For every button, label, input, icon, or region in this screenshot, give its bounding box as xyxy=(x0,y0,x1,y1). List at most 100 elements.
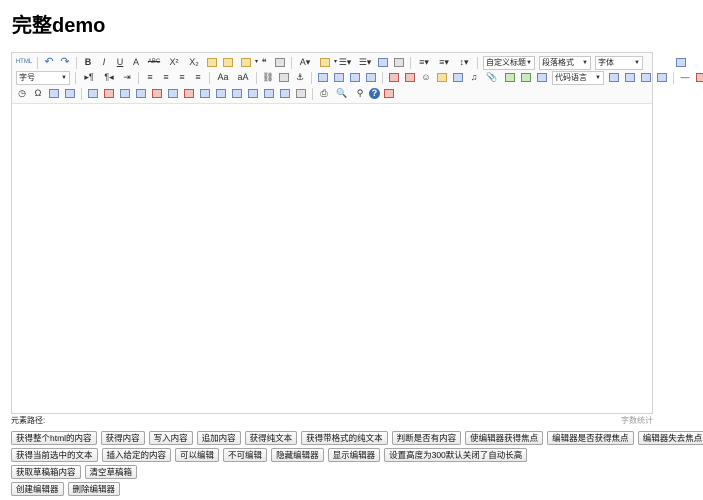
demo-button[interactable]: 获得纯文本 xyxy=(244,431,298,445)
map-icon[interactable] xyxy=(503,71,517,84)
demo-button[interactable]: 判断是否有内容 xyxy=(391,431,462,445)
fullscreen-icon[interactable] xyxy=(674,56,688,69)
font-color-icon[interactable]: A▾ xyxy=(296,56,314,69)
clear-doc-icon[interactable] xyxy=(392,56,406,69)
demo-button[interactable]: 不可编辑 xyxy=(223,448,268,462)
to-lower-case-icon[interactable]: aA xyxy=(234,71,252,84)
search-replace-icon[interactable]: ⚲ xyxy=(353,87,367,100)
demo-button[interactable]: 获得当前选中的文本 xyxy=(11,448,98,462)
remove-format-icon[interactable] xyxy=(205,56,219,69)
template-icon[interactable] xyxy=(623,71,637,84)
image-right-icon[interactable] xyxy=(348,71,362,84)
demo-button[interactable]: 使编辑器获得焦点 xyxy=(465,431,544,445)
demo-button[interactable]: 编辑器失去焦点 xyxy=(637,431,703,445)
demo-button[interactable]: 设置高度为300默认关闭了自动长高 xyxy=(384,448,528,462)
background-icon[interactable] xyxy=(639,71,653,84)
merge-right-icon[interactable] xyxy=(214,87,228,100)
gmap-icon[interactable] xyxy=(519,71,533,84)
row-spacing-top-icon[interactable]: ≡▾ xyxy=(415,56,433,69)
insert-code-select[interactable]: 代码语言 ▼ xyxy=(552,70,604,85)
background-color-icon[interactable]: ▾ xyxy=(316,56,337,69)
delete-row-icon[interactable] xyxy=(150,87,164,100)
underline-icon[interactable]: U xyxy=(113,56,127,69)
split-to-cells-icon[interactable] xyxy=(246,87,260,100)
unordered-list-icon[interactable]: ☰▾ xyxy=(356,56,374,69)
custom-title-select[interactable]: 自定义标题 ▼ xyxy=(483,55,535,70)
editor-content-area[interactable] xyxy=(12,104,652,413)
demo-button[interactable]: 删除编辑器 xyxy=(67,482,121,496)
delete-col-icon[interactable] xyxy=(182,87,196,100)
subscript-icon[interactable]: X₂ xyxy=(185,56,203,69)
scrawl-icon[interactable] xyxy=(435,71,449,84)
split-to-cols-icon[interactable] xyxy=(278,87,292,100)
direction-rtl-icon[interactable]: ¶◂ xyxy=(100,71,118,84)
delete-table-icon[interactable] xyxy=(102,87,116,100)
image-left-icon[interactable] xyxy=(332,71,346,84)
justify-full-icon[interactable]: ≡ xyxy=(191,71,205,84)
chart-icon[interactable] xyxy=(294,87,308,100)
format-match-icon[interactable] xyxy=(221,56,235,69)
font-family-select[interactable]: 字体 ▼ xyxy=(595,55,643,70)
special-chars-icon[interactable]: Ω xyxy=(31,87,45,100)
insert-col-icon[interactable] xyxy=(166,87,180,100)
font-border-icon[interactable]: A xyxy=(129,56,143,69)
demo-button[interactable]: 隐藏编辑器 xyxy=(271,448,324,462)
select-all-icon[interactable] xyxy=(376,56,390,69)
font-size-select[interactable]: 字号 ▼ xyxy=(16,70,70,85)
drafts-icon-2[interactable] xyxy=(382,87,396,100)
source-html-icon[interactable]: HTML xyxy=(15,56,33,69)
blockquote-icon[interactable]: ❝ xyxy=(257,56,271,69)
drafts-icon[interactable] xyxy=(655,71,669,84)
demo-button[interactable]: 追加内容 xyxy=(196,431,241,445)
image-center-icon[interactable] xyxy=(364,71,378,84)
insert-image-icon[interactable] xyxy=(403,71,417,84)
paste-plain-icon[interactable] xyxy=(273,56,287,69)
insert-paragraph-before-table-icon[interactable] xyxy=(118,87,132,100)
merge-down-icon[interactable] xyxy=(230,87,244,100)
insert-table-icon[interactable] xyxy=(86,87,100,100)
undo-icon[interactable]: ↶ xyxy=(42,56,56,69)
bold-icon[interactable]: B xyxy=(81,56,95,69)
image-none-icon[interactable] xyxy=(316,71,330,84)
date-icon[interactable] xyxy=(694,71,703,84)
help-icon[interactable]: ? xyxy=(369,88,380,99)
insert-video-icon[interactable] xyxy=(451,71,465,84)
justify-right-icon[interactable]: ≡ xyxy=(175,71,189,84)
simple-upload-icon[interactable] xyxy=(387,71,401,84)
insert-frame-icon[interactable] xyxy=(535,71,549,84)
to-upper-case-icon[interactable]: Aa xyxy=(214,71,232,84)
attachment-icon[interactable]: 📎 xyxy=(483,71,501,84)
paragraph-format-select[interactable]: 段落格式 ▼ xyxy=(539,55,591,70)
demo-button[interactable]: 获得整个html的内容 xyxy=(11,431,97,445)
demo-button[interactable]: 获取草稿箱内容 xyxy=(11,465,81,479)
time-icon[interactable]: ◷ xyxy=(15,87,29,100)
demo-button[interactable]: 获得带格式的纯文本 xyxy=(301,431,388,445)
music-icon[interactable]: ♫ xyxy=(467,71,481,84)
demo-button[interactable]: 编辑器是否获得焦点 xyxy=(547,431,634,445)
superscript-icon[interactable]: X² xyxy=(165,56,183,69)
print-icon[interactable]: ⎙ xyxy=(317,87,331,100)
demo-button[interactable]: 创建编辑器 xyxy=(11,482,64,496)
wordimage-icon[interactable] xyxy=(47,87,61,100)
direction-ltr-icon[interactable]: ▸¶ xyxy=(80,71,98,84)
preview-icon[interactable]: 🔍 xyxy=(333,87,351,100)
justify-left-icon[interactable]: ≡ xyxy=(143,71,157,84)
merge-cells-icon[interactable] xyxy=(198,87,212,100)
redo-icon[interactable]: ↷ xyxy=(58,56,72,69)
indent-icon[interactable]: ⇥ xyxy=(120,71,134,84)
demo-button[interactable]: 清空草稿箱 xyxy=(84,465,138,479)
insert-row-icon[interactable] xyxy=(134,87,148,100)
emotion-icon[interactable]: ☺ xyxy=(419,71,433,84)
row-spacing-bottom-icon[interactable]: ≡▾ xyxy=(435,56,453,69)
justify-center-icon[interactable]: ≡ xyxy=(159,71,173,84)
auto-typeset-icon[interactable]: ▾ xyxy=(237,56,258,69)
anchor-icon[interactable]: ⚓ xyxy=(293,71,307,84)
strikethrough-icon[interactable]: ABC xyxy=(145,56,163,69)
demo-button[interactable]: 插入给定的内容 xyxy=(101,448,172,462)
demo-button[interactable]: 显示编辑器 xyxy=(327,448,381,462)
demo-button[interactable]: 可以编辑 xyxy=(175,448,220,462)
unlink-icon[interactable] xyxy=(277,71,291,84)
edittip-icon[interactable] xyxy=(63,87,77,100)
link-icon[interactable]: ⛓ xyxy=(261,71,275,84)
split-to-rows-icon[interactable] xyxy=(262,87,276,100)
